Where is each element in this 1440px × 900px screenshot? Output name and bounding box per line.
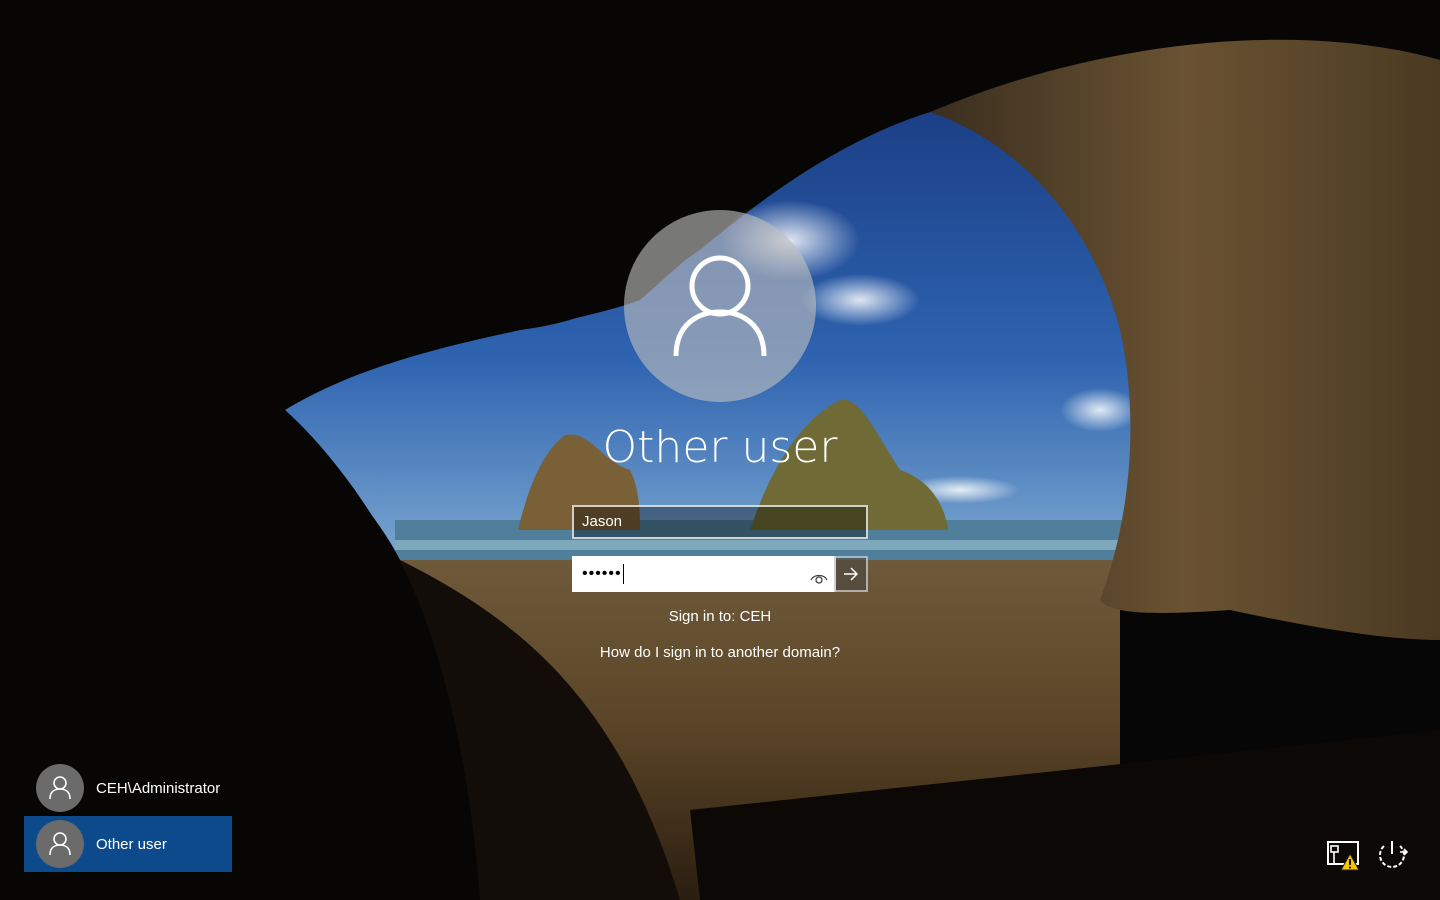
sign-in-domain-label: Sign in to: CEH <box>668 608 772 625</box>
user-list: CEH\Administrator Other user <box>24 760 232 872</box>
avatar <box>36 820 84 868</box>
password-row: •••••• <box>572 556 868 592</box>
submit-button[interactable] <box>834 556 868 592</box>
username-field[interactable]: Jason <box>572 505 868 539</box>
person-icon <box>673 255 767 357</box>
arrow-right-icon <box>844 567 859 581</box>
user-entry-label: Other user <box>96 835 167 853</box>
power-icon[interactable] <box>1374 838 1410 872</box>
user-entry-label: CEH\Administrator <box>96 779 221 797</box>
password-mask: •••••• <box>582 565 622 582</box>
network-warning-icon[interactable] <box>1326 840 1362 872</box>
person-icon <box>49 832 71 856</box>
password-field[interactable]: •••••• <box>572 556 836 592</box>
text-caret <box>622 563 624 584</box>
another-domain-link[interactable]: How do I sign in to another domain? <box>420 644 1020 661</box>
user-entry-other-user[interactable]: Other user <box>24 816 232 872</box>
eye-icon[interactable] <box>810 567 828 584</box>
person-icon <box>49 776 71 800</box>
user-entry-administrator[interactable]: CEH\Administrator <box>24 760 232 816</box>
login-title: Other user <box>602 422 838 473</box>
avatar <box>36 764 84 812</box>
lock-screen: Other user Jason •••••• Sign in to: CEH … <box>0 0 1440 900</box>
user-avatar-large <box>624 210 816 402</box>
